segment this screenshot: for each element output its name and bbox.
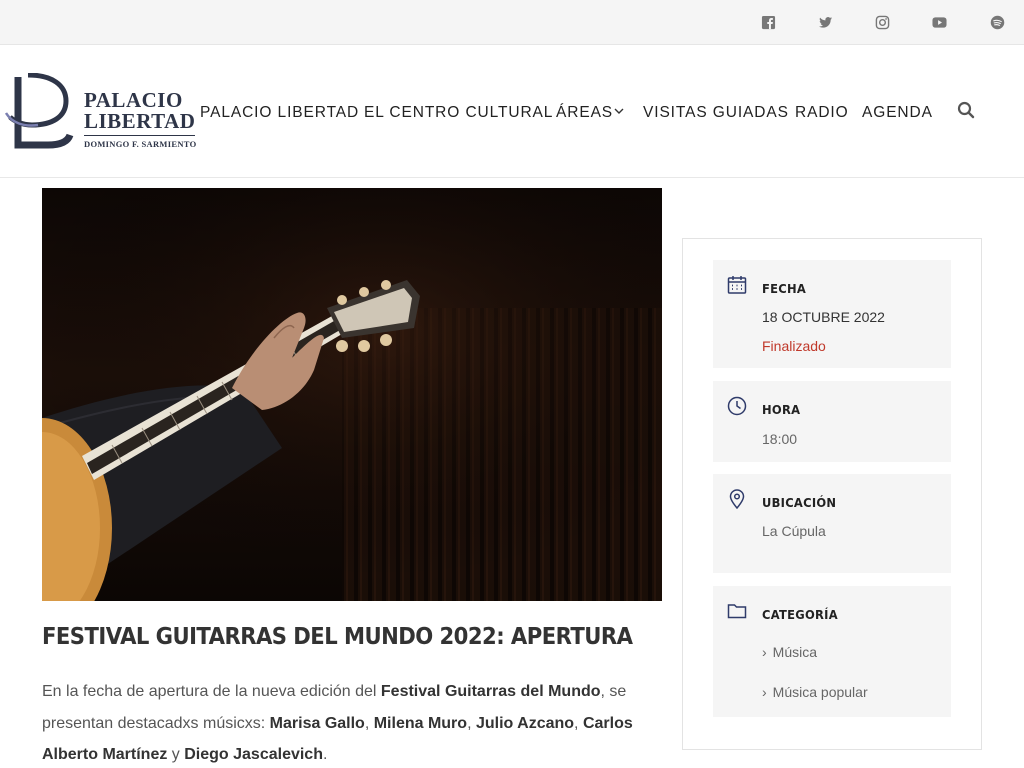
location-value: La Cúpula [762, 523, 826, 539]
location-label: UBICACIÓN [762, 495, 837, 510]
chevron-right-icon: › [762, 684, 767, 700]
nav-areas[interactable]: ÁREAS [556, 104, 613, 122]
calendar-icon [727, 275, 747, 295]
logo-divider [84, 135, 195, 136]
top-social-bar [0, 0, 1024, 45]
folder-icon [727, 601, 747, 621]
logo-line-1: PALACIO [84, 88, 183, 112]
event-title: FESTIVAL GUITARRAS DEL MUNDO 2022: APERT… [42, 624, 633, 650]
instagram-icon[interactable] [873, 13, 891, 31]
desc-separator: , [364, 714, 374, 732]
nav-radio[interactable]: RADIO [795, 104, 849, 122]
event-details-sidebar: FECHA 18 OCTUBRE 2022 Finalizado HORA 18… [682, 238, 982, 750]
event-description: En la fecha de apertura de la nueva edic… [42, 676, 647, 768]
desc-separator: , [467, 714, 476, 732]
nav-palacio-libertad[interactable]: PALACIO LIBERTAD [200, 104, 359, 122]
location-card: UBICACIÓN La Cúpula [713, 474, 951, 573]
search-icon[interactable] [957, 101, 975, 119]
category-link-label: Música popular [772, 684, 868, 700]
facebook-icon[interactable] [759, 13, 777, 31]
logo-line-3: DOMINGO F. SARMIENTO [84, 139, 197, 149]
artist-name: Milena Muro [373, 714, 468, 732]
desc-separator: y [167, 746, 185, 763]
desc-end: . [322, 746, 328, 763]
time-card: HORA 18:00 [713, 381, 951, 462]
site-logo[interactable]: PALACIO LIBERTAD DOMINGO F. SARMIENTO [4, 73, 200, 153]
date-value: 18 OCTUBRE 2022 [762, 309, 885, 325]
artist-name: Marisa Gallo [269, 714, 365, 732]
spotify-icon[interactable] [988, 13, 1006, 31]
time-value: 18:00 [762, 431, 798, 447]
artist-name: Julio Azcano [475, 714, 575, 732]
nav-agenda[interactable]: AGENDA [862, 104, 933, 122]
date-card: FECHA 18 OCTUBRE 2022 Finalizado [713, 260, 951, 368]
desc-festival-name: Festival Guitarras del Mundo [380, 683, 601, 700]
category-link-label: Música [772, 644, 818, 660]
category-label: CATEGORÍA [762, 607, 838, 622]
category-link-musica[interactable]: › Música [762, 644, 817, 660]
event-hero-image [42, 188, 662, 601]
desc-separator: , [574, 714, 583, 732]
nav-el-centro-cultural[interactable]: EL CENTRO CULTURAL [364, 104, 553, 122]
time-label: HORA [762, 402, 801, 417]
category-card: CATEGORÍA › Música › Música popular [713, 586, 951, 717]
logo-mark-icon [4, 73, 74, 149]
chevron-right-icon: › [762, 644, 767, 660]
logo-line-2: LIBERTAD [84, 109, 196, 133]
date-label: FECHA [762, 281, 807, 296]
artist-name: Diego Jascalevich [184, 746, 323, 763]
category-link-musica-popular[interactable]: › Música popular [762, 684, 868, 700]
youtube-icon[interactable] [930, 13, 948, 31]
map-pin-icon [727, 489, 747, 510]
desc-intro: En la fecha de apertura de la nueva edic… [42, 683, 381, 700]
clock-icon [727, 396, 747, 416]
site-header: PALACIO LIBERTAD DOMINGO F. SARMIENTO PA… [0, 45, 1024, 178]
event-status: Finalizado [762, 338, 826, 354]
nav-visitas-guiadas[interactable]: VISITAS GUIADAS [643, 104, 789, 122]
chevron-down-icon[interactable] [613, 105, 625, 117]
twitter-icon[interactable] [816, 13, 834, 31]
